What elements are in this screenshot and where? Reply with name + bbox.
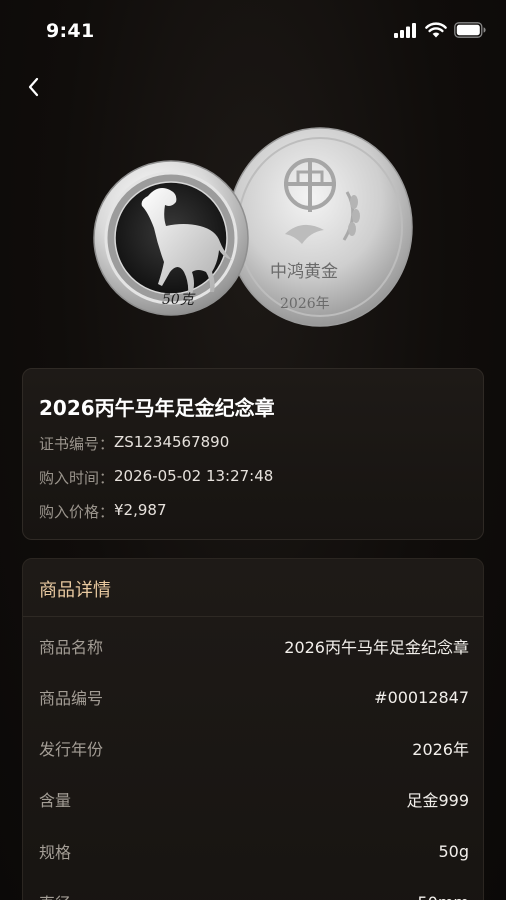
- purchase-time-label: 购入时间：: [39, 469, 115, 487]
- detail-label: 直径: [39, 890, 71, 900]
- coin-image: 50克 中鸿黄金 2026年: [92, 122, 414, 340]
- battery-icon: [454, 22, 486, 38]
- detail-row-diameter: 直径 50mm: [39, 890, 469, 900]
- purchase-price-value: ¥2,987: [114, 501, 167, 519]
- certificate-label: 证书编号：: [39, 435, 115, 453]
- coin-back-brand: 中鸿黄金: [270, 262, 338, 282]
- coin-front-text: 50克: [162, 292, 196, 308]
- detail-label: 商品名称: [39, 638, 104, 657]
- detail-value: 50g: [438, 841, 469, 861]
- detail-row-purity: 含量 足金999: [39, 787, 469, 811]
- detail-label: 商品编号: [39, 689, 104, 708]
- detail-label: 发行年份: [39, 740, 104, 759]
- detail-value: 50mm: [417, 893, 469, 900]
- purchase-price-row: 购入价格： ¥2,987: [39, 501, 167, 522]
- status-icons: [394, 22, 486, 38]
- details-title: 商品详情: [39, 580, 111, 601]
- coin-front: 50克: [93, 160, 249, 316]
- detail-label: 含量: [39, 791, 72, 810]
- details-header: 商品详情: [23, 559, 483, 617]
- purchase-price-label: 购入价格：: [39, 503, 115, 521]
- status-time: 9:41: [46, 20, 95, 42]
- wifi-icon: [425, 22, 447, 38]
- detail-row-spec: 规格 50g: [39, 839, 469, 863]
- purchase-time-value: 2026-05-02 13:27:48: [114, 467, 274, 485]
- detail-value: #00012847: [374, 687, 469, 707]
- detail-row-code: 商品编号 #00012847: [39, 685, 469, 709]
- detail-value: 足金999: [406, 791, 469, 810]
- certificate-value: ZS1234567890: [114, 433, 230, 451]
- product-detail-screen: 9:41 50克 中鸿黄金 2026年 2026丙午马年足金纪念章 证书编号： …: [0, 0, 506, 900]
- detail-label: 规格: [39, 843, 72, 862]
- status-bar: 9:41: [0, 0, 506, 62]
- product-title: 2026丙午马年足金纪念章: [39, 396, 275, 420]
- back-button[interactable]: [18, 74, 48, 104]
- certificate-row: 证书编号： ZS1234567890: [39, 433, 229, 454]
- detail-row-year: 发行年份 2026年: [39, 736, 469, 760]
- coin-back-year: 2026年: [280, 296, 330, 312]
- detail-value: 2026年: [412, 740, 469, 759]
- product-details-card: 商品详情 商品名称 2026丙午马年足金纪念章 商品编号 #00012847 发…: [22, 558, 484, 900]
- cellular-signal-icon: [394, 22, 418, 38]
- chevron-left-icon: [26, 76, 40, 102]
- detail-row-name: 商品名称 2026丙午马年足金纪念章: [39, 634, 469, 658]
- purchase-time-row: 购入时间： 2026-05-02 13:27:48: [39, 467, 273, 488]
- detail-value: 2026丙午马年足金纪念章: [284, 638, 469, 657]
- product-summary-card: 2026丙午马年足金纪念章 证书编号： ZS1234567890 购入时间： 2…: [22, 368, 484, 540]
